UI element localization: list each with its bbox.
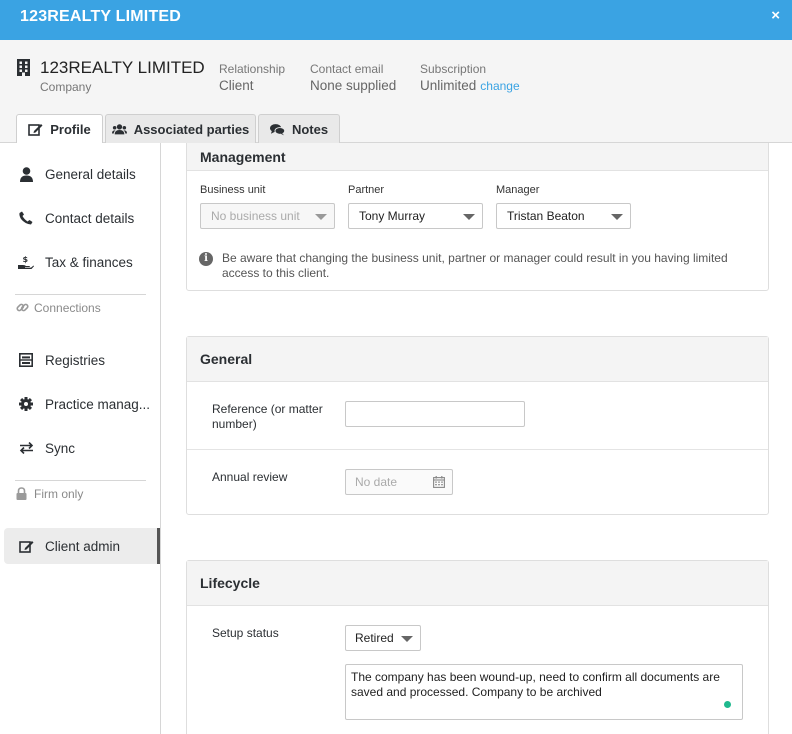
- sidebar-item-general-details[interactable]: General details: [0, 156, 160, 192]
- lifecycle-note-textarea[interactable]: The company has been wound-up, need to c…: [345, 664, 743, 720]
- user-icon: [18, 166, 34, 182]
- calendar-icon: [433, 476, 445, 488]
- svg-text:$: $: [23, 255, 29, 264]
- business-unit-select[interactable]: No business unit: [200, 203, 335, 229]
- subscription-meta: Subscription Unlimited change: [420, 62, 520, 93]
- sidebar-item-label: Contact details: [45, 210, 135, 226]
- sidebar-section-label: Connections: [34, 301, 101, 315]
- profile-sidebar: General details Contact details $ Tax & …: [0, 143, 161, 734]
- subscription-value-row: Unlimited change: [420, 78, 520, 93]
- subscription-label: Subscription: [420, 62, 487, 76]
- partner-value: Tony Murray: [359, 209, 426, 223]
- comments-icon: [269, 123, 285, 135]
- company-type: Company: [40, 80, 92, 94]
- management-notice: Be aware that changing the business unit…: [222, 251, 728, 280]
- tab-notes-label: Notes: [291, 121, 329, 137]
- window-title: 123REALTY LIMITED: [20, 8, 182, 25]
- sidebar-item-client-admin[interactable]: Client admin: [4, 528, 160, 564]
- management-title: Management: [187, 143, 768, 171]
- change-subscription-link[interactable]: change: [480, 79, 519, 93]
- business-unit-value: No business unit: [211, 209, 300, 223]
- relationship-label: Relationship: [219, 62, 286, 76]
- tab-profile-label: Profile: [50, 122, 91, 137]
- manager-value: Tristan Beaton: [507, 209, 585, 223]
- lock-icon: [16, 487, 30, 501]
- tab-associated-parties-label: Associated parties: [133, 121, 250, 137]
- subscription-value: Unlimited: [420, 78, 477, 93]
- sidebar-item-practice-management[interactable]: Practice manag...: [0, 386, 160, 422]
- client-header: 123REALTY LIMITED Company Relationship C…: [0, 40, 792, 144]
- setup-status-value: Retired: [355, 631, 394, 645]
- sidebar-item-sync[interactable]: Sync: [0, 430, 160, 466]
- hand-coin-icon: $: [18, 254, 34, 270]
- annual-review-label: Annual review: [212, 470, 288, 484]
- manager-select[interactable]: Tristan Beaton: [496, 203, 631, 229]
- tab-profile[interactable]: Profile: [16, 114, 103, 144]
- contact-email-meta: Contact email None supplied: [310, 62, 396, 93]
- building-icon: [17, 59, 30, 76]
- info-icon: i: [199, 252, 213, 266]
- manager-label: Manager: [496, 184, 540, 196]
- sync-icon: [18, 440, 34, 456]
- gear-icon: [18, 396, 34, 412]
- partner-select[interactable]: Tony Murray: [348, 203, 483, 229]
- management-card: Management Business unit No business uni…: [186, 143, 769, 291]
- phone-icon: [18, 210, 34, 226]
- link-icon: [16, 301, 30, 315]
- lifecycle-note-text: The company has been wound-up, need to c…: [351, 670, 720, 699]
- sidebar-item-tax-finances[interactable]: $ Tax & finances: [0, 244, 160, 280]
- annual-review-date-input[interactable]: No date: [345, 469, 453, 495]
- reference-label: Reference (or matter number): [212, 402, 323, 431]
- setup-status-label: Setup status: [212, 626, 279, 640]
- tab-associated-parties[interactable]: Associated parties: [105, 114, 256, 143]
- sidebar-item-contact-details[interactable]: Contact details: [0, 200, 160, 236]
- chevron-down-icon: [401, 636, 413, 642]
- sidebar-item-label: Client admin: [45, 538, 121, 554]
- chevron-down-icon: [611, 214, 623, 220]
- relationship-meta: Relationship Client: [219, 62, 285, 93]
- contact-email-label: Contact email: [310, 62, 384, 76]
- status-dot-icon: [724, 701, 731, 708]
- business-unit-label: Business unit: [200, 184, 266, 196]
- chevron-down-icon: [315, 214, 327, 220]
- sidebar-item-label: Registries: [45, 352, 106, 368]
- relationship-value: Client: [219, 78, 254, 93]
- lifecycle-card: Lifecycle Setup status Retired The compa…: [186, 560, 769, 734]
- register-icon: [18, 352, 34, 368]
- edit-icon: [28, 124, 43, 136]
- sidebar-item-label: Sync: [45, 440, 76, 456]
- window-titlebar: 123REALTY LIMITED ×: [0, 0, 792, 40]
- sidebar-divider: [15, 480, 146, 481]
- annual-review-placeholder: No date: [355, 475, 398, 489]
- company-name: 123REALTY LIMITED: [40, 58, 205, 77]
- row-divider: [187, 449, 768, 450]
- edit-icon: [18, 538, 34, 554]
- sidebar-item-label: General details: [45, 166, 136, 182]
- profile-content[interactable]: Management Business unit No business uni…: [161, 143, 792, 734]
- tab-notes[interactable]: Notes: [258, 114, 340, 143]
- sidebar-item-label: Tax & finances: [45, 254, 133, 270]
- close-icon[interactable]: ×: [771, 7, 780, 24]
- general-title: General: [187, 337, 768, 382]
- partner-label: Partner: [348, 184, 385, 196]
- sidebar-item-label: Practice manag...: [45, 396, 151, 412]
- general-card: General Reference (or matter number) Ann…: [186, 336, 769, 515]
- sidebar-section-label: Firm only: [34, 487, 84, 501]
- setup-status-select[interactable]: Retired: [345, 625, 421, 651]
- chevron-down-icon: [463, 214, 475, 220]
- sidebar-divider: [15, 294, 146, 295]
- reference-input[interactable]: [345, 401, 525, 427]
- lifecycle-title: Lifecycle: [187, 561, 768, 606]
- contact-email-value: None supplied: [310, 78, 397, 93]
- users-icon: [111, 123, 127, 134]
- sidebar-item-registries[interactable]: Registries: [0, 342, 160, 378]
